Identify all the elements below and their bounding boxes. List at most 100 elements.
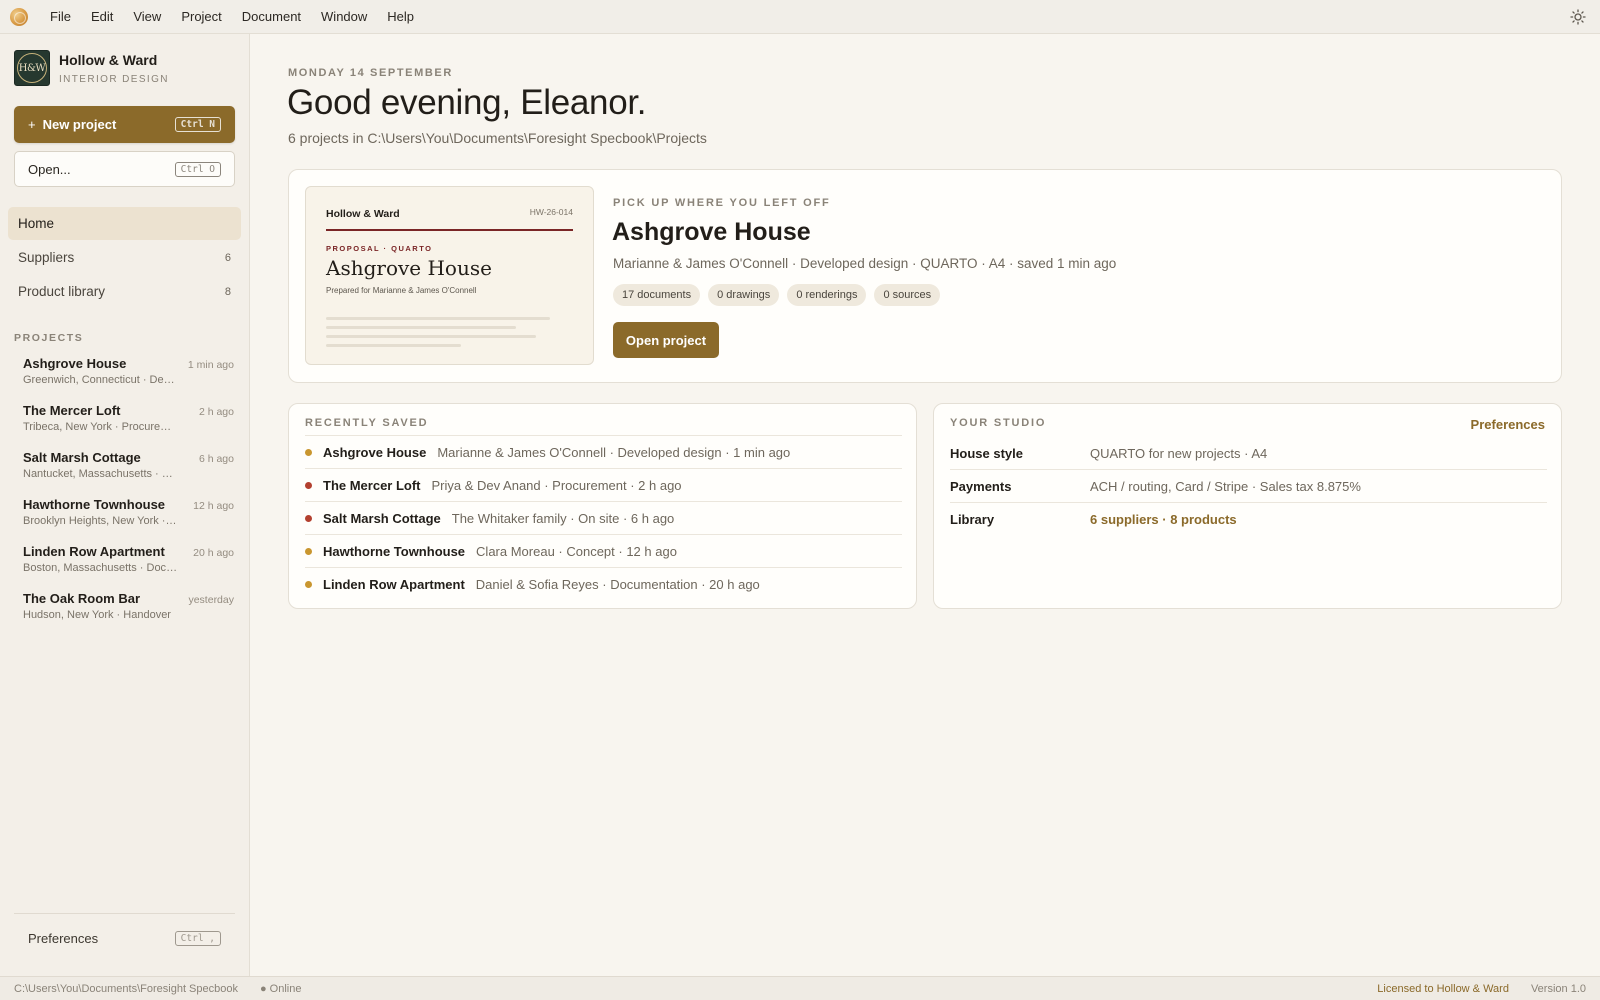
new-project-label: New project <box>42 117 117 132</box>
project-meta: Tribeca, New York · Procurement <box>23 421 178 433</box>
recent-project-name: The Mercer Loft <box>323 477 421 493</box>
menu-edit[interactable]: Edit <box>81 0 123 34</box>
project-list-item[interactable]: The Oak Room Bar Hudson, New York · Hand… <box>14 587 234 634</box>
project-list: Ashgrove House Greenwich, Connecticut · … <box>14 352 234 634</box>
studio-settings-list: House style QUARTO for new projects · A4… <box>950 437 1547 536</box>
library-link[interactable]: 6 suppliers · 8 products <box>1090 512 1237 527</box>
menu-view[interactable]: View <box>123 0 171 34</box>
your-studio-card: YOUR STUDIO Preferences House style QUAR… <box>933 403 1562 609</box>
greeting-heading: Good evening, Eleanor. <box>287 83 647 122</box>
recently-saved-list: Ashgrove House Marianne & James O'Connel… <box>305 435 902 600</box>
recent-row[interactable]: Hawthorne Townhouse Clara Moreau · Conce… <box>305 534 902 567</box>
sources-chip: 0 sources <box>874 284 941 306</box>
recently-saved-card: RECENTLY SAVED Ashgrove House Marianne &… <box>288 403 917 609</box>
status-dot <box>305 481 312 489</box>
studio-row-value: QUARTO for new projects · A4 <box>1090 445 1268 461</box>
menu-window[interactable]: Window <box>311 0 377 34</box>
sidebar-item-label: Suppliers <box>18 250 75 265</box>
project-list-item[interactable]: Ashgrove House Greenwich, Connecticut · … <box>14 352 234 399</box>
document-preview-thumbnail[interactable]: Hollow & Ward HW-26-014 PROPOSAL · QUART… <box>305 186 594 365</box>
studio-row-key: Library <box>950 512 995 527</box>
recent-project-name: Salt Marsh Cottage <box>323 510 441 526</box>
sidebar: H&W Hollow & Ward INTERIOR DESIGN + New … <box>0 34 250 976</box>
documents-chip: 17 documents <box>613 284 701 306</box>
studio-preferences-link[interactable]: Preferences <box>1471 417 1545 432</box>
sidebar-nav: Home Suppliers 6 Product library 8 <box>8 207 241 309</box>
status-dot <box>305 580 312 588</box>
recent-row[interactable]: The Mercer Loft Priya & Dev Anand · Proc… <box>305 468 902 501</box>
recent-project-detail: The Whitaker family · On site · 6 h ago <box>451 510 675 526</box>
studio-row-library: Library 6 suppliers · 8 products <box>950 503 1547 536</box>
open-button[interactable]: Open... Ctrl O <box>14 151 235 187</box>
your-studio-heading: YOUR STUDIO <box>950 417 1047 429</box>
preferences-button[interactable]: Preferences Ctrl , <box>14 922 235 954</box>
main-content: MONDAY 14 SEPTEMBER Good evening, Eleano… <box>251 34 1600 976</box>
project-time: 12 h ago <box>193 500 234 512</box>
sidebar-item-home[interactable]: Home <box>8 207 241 240</box>
project-time: 2 h ago <box>198 406 234 418</box>
renderings-chip: 0 renderings <box>787 284 867 306</box>
studio-subtitle: INTERIOR DESIGN <box>59 73 169 85</box>
project-time: 1 min ago <box>187 359 234 371</box>
preview-title: Ashgrove House <box>326 256 492 280</box>
project-list-item[interactable]: Linden Row Apartment Boston, Massachuset… <box>14 540 234 587</box>
studio-logo: H&W <box>14 50 50 86</box>
studio-row-key: House style <box>950 445 1023 461</box>
drawings-chip: 0 drawings <box>708 284 780 306</box>
preview-text-line <box>326 317 550 320</box>
sidebar-item-product-library[interactable]: Product library 8 <box>8 275 241 308</box>
project-list-item[interactable]: Salt Marsh Cottage Nantucket, Massachuse… <box>14 446 234 493</box>
open-project-button[interactable]: Open project <box>613 322 719 358</box>
resume-project-card: Hollow & Ward HW-26-014 PROPOSAL · QUART… <box>288 169 1562 383</box>
preview-text-line <box>326 344 461 347</box>
sidebar-item-suppliers[interactable]: Suppliers 6 <box>8 241 241 274</box>
sidebar-item-label: Product library <box>18 284 106 299</box>
project-meta: Greenwich, Connecticut · Developed desig… <box>23 374 178 386</box>
project-meta: Boston, Massachusetts · Documentation <box>23 562 178 574</box>
studio-row-value: ACH / routing, Card / Stripe · Sales tax… <box>1090 478 1361 494</box>
online-status: ● Online <box>259 982 302 995</box>
studio-brand: H&W Hollow & Ward INTERIOR DESIGN <box>14 50 169 86</box>
preferences-shortcut: Ctrl , <box>174 930 221 946</box>
recent-row[interactable]: Ashgrove House Marianne & James O'Connel… <box>305 435 902 468</box>
preferences-label: Preferences <box>28 930 99 946</box>
hero-project-title: Ashgrove House <box>612 218 811 246</box>
theme-toggle-button[interactable] <box>1568 7 1588 27</box>
open-shortcut: Ctrl O <box>174 161 221 177</box>
project-list-item[interactable]: Hawthorne Townhouse Brooklyn Heights, Ne… <box>14 493 234 540</box>
recent-project-name: Hawthorne Townhouse <box>323 543 466 559</box>
studio-row-key: Payments <box>950 478 1012 494</box>
preview-kicker: PROPOSAL · QUARTO <box>326 244 433 253</box>
preview-firm-name: Hollow & Ward <box>326 208 400 220</box>
menu-project[interactable]: Project <box>171 0 231 34</box>
recent-row[interactable]: Salt Marsh Cottage The Whitaker family ·… <box>305 501 902 534</box>
status-dot <box>305 547 312 555</box>
sun-icon <box>1570 9 1586 25</box>
menu-bar: File Edit View Project Document Window H… <box>0 0 1600 34</box>
sidebar-divider <box>14 913 235 914</box>
recent-project-detail: Clara Moreau · Concept · 12 h ago <box>476 543 677 559</box>
app-logo-icon <box>10 7 28 26</box>
project-meta: Nantucket, Massachusetts · On site <box>23 468 178 480</box>
studio-row-payments: Payments ACH / routing, Card / Stripe · … <box>950 470 1547 503</box>
studio-logo-monogram: H&W <box>17 53 47 83</box>
sidebar-item-count: 6 <box>224 251 231 264</box>
project-time: 20 h ago <box>193 547 234 559</box>
status-path: C:\Users\You\Documents\Foresight Specboo… <box>14 982 238 995</box>
recent-project-name: Ashgrove House <box>323 444 427 460</box>
recent-row[interactable]: Linden Row Apartment Daniel & Sofia Reye… <box>305 567 902 600</box>
preview-rule <box>326 229 573 231</box>
project-time: 6 h ago <box>198 453 234 465</box>
project-list-item[interactable]: The Mercer Loft Tribeca, New York · Proc… <box>14 399 234 446</box>
status-bar: C:\Users\You\Documents\Foresight Specboo… <box>0 976 1600 1000</box>
menu-file[interactable]: File <box>40 0 81 34</box>
new-project-button[interactable]: + New project Ctrl N <box>14 106 235 143</box>
menu-document[interactable]: Document <box>232 0 311 34</box>
recent-project-detail: Marianne & James O'Connell · Developed d… <box>437 444 791 460</box>
menu-help[interactable]: Help <box>377 0 424 34</box>
project-meta: Hudson, New York · Handover <box>23 609 171 621</box>
sidebar-item-count: 8 <box>224 285 231 298</box>
status-dot <box>305 448 312 456</box>
studio-row-house-style: House style QUARTO for new projects · A4 <box>950 437 1547 470</box>
plus-icon: + <box>28 117 36 132</box>
